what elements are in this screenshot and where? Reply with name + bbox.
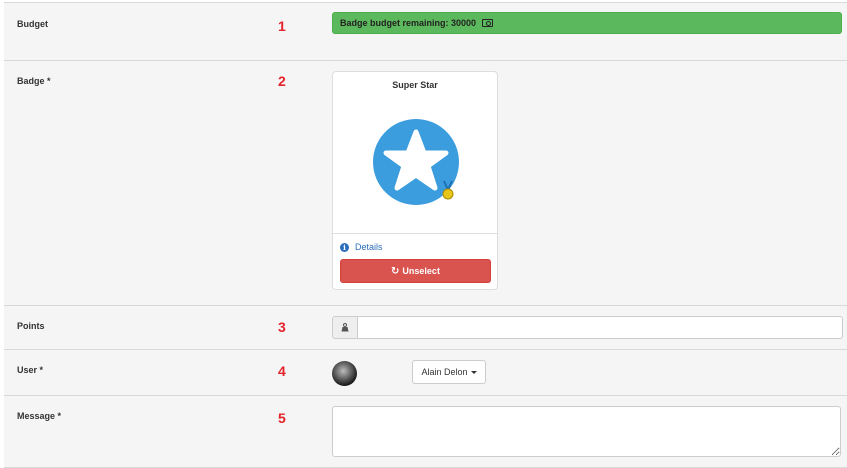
refresh-icon: ↻: [391, 265, 400, 277]
badge-title: Super Star: [392, 80, 438, 90]
budget-remaining-text: Badge budget remaining: 30000: [340, 18, 477, 28]
points-label: Points: [17, 321, 45, 331]
badge-card: Super Star i Details ↻ Unselect: [332, 71, 498, 290]
message-textarea[interactable]: [332, 406, 841, 457]
badge-row: Badge * 2 Super Star i Details ↻ Unselec…: [4, 60, 847, 305]
details-link[interactable]: i Details: [340, 242, 383, 252]
step-number-3: 3: [278, 319, 286, 335]
user-label: User *: [17, 365, 44, 375]
info-icon: i: [340, 242, 349, 252]
step-number-2: 2: [278, 73, 286, 89]
unselect-label: Unselect: [402, 266, 440, 276]
budget-row: Budget 1 Badge budget remaining: 30000: [4, 2, 847, 60]
details-label: Details: [355, 242, 383, 252]
user-dropdown[interactable]: Alain Delon: [412, 360, 486, 384]
money-icon: [482, 19, 494, 27]
points-input-group: [332, 316, 843, 339]
badge-label: Badge *: [17, 76, 51, 86]
user-row: User * 4 Alain Delon: [4, 349, 847, 395]
star-badge-icon: [373, 119, 459, 205]
caret-down-icon: [470, 370, 477, 374]
step-number-4: 4: [278, 363, 286, 379]
points-row: Points 3: [4, 305, 847, 349]
message-label: Message *: [17, 411, 62, 421]
budget-label: Budget: [17, 19, 48, 29]
user-dropdown-label: Alain Delon: [421, 367, 468, 377]
unselect-button[interactable]: ↻ Unselect: [340, 259, 491, 283]
step-number-1: 1: [278, 18, 286, 34]
avatar: [332, 361, 357, 386]
points-addon: [332, 316, 358, 339]
card-divider: [333, 233, 497, 234]
weight-icon: [341, 323, 349, 332]
step-number-5: 5: [278, 410, 286, 426]
budget-remaining-alert: Badge budget remaining: 30000: [332, 12, 842, 34]
message-row: Message * 5: [4, 395, 847, 468]
points-input[interactable]: [357, 316, 843, 339]
